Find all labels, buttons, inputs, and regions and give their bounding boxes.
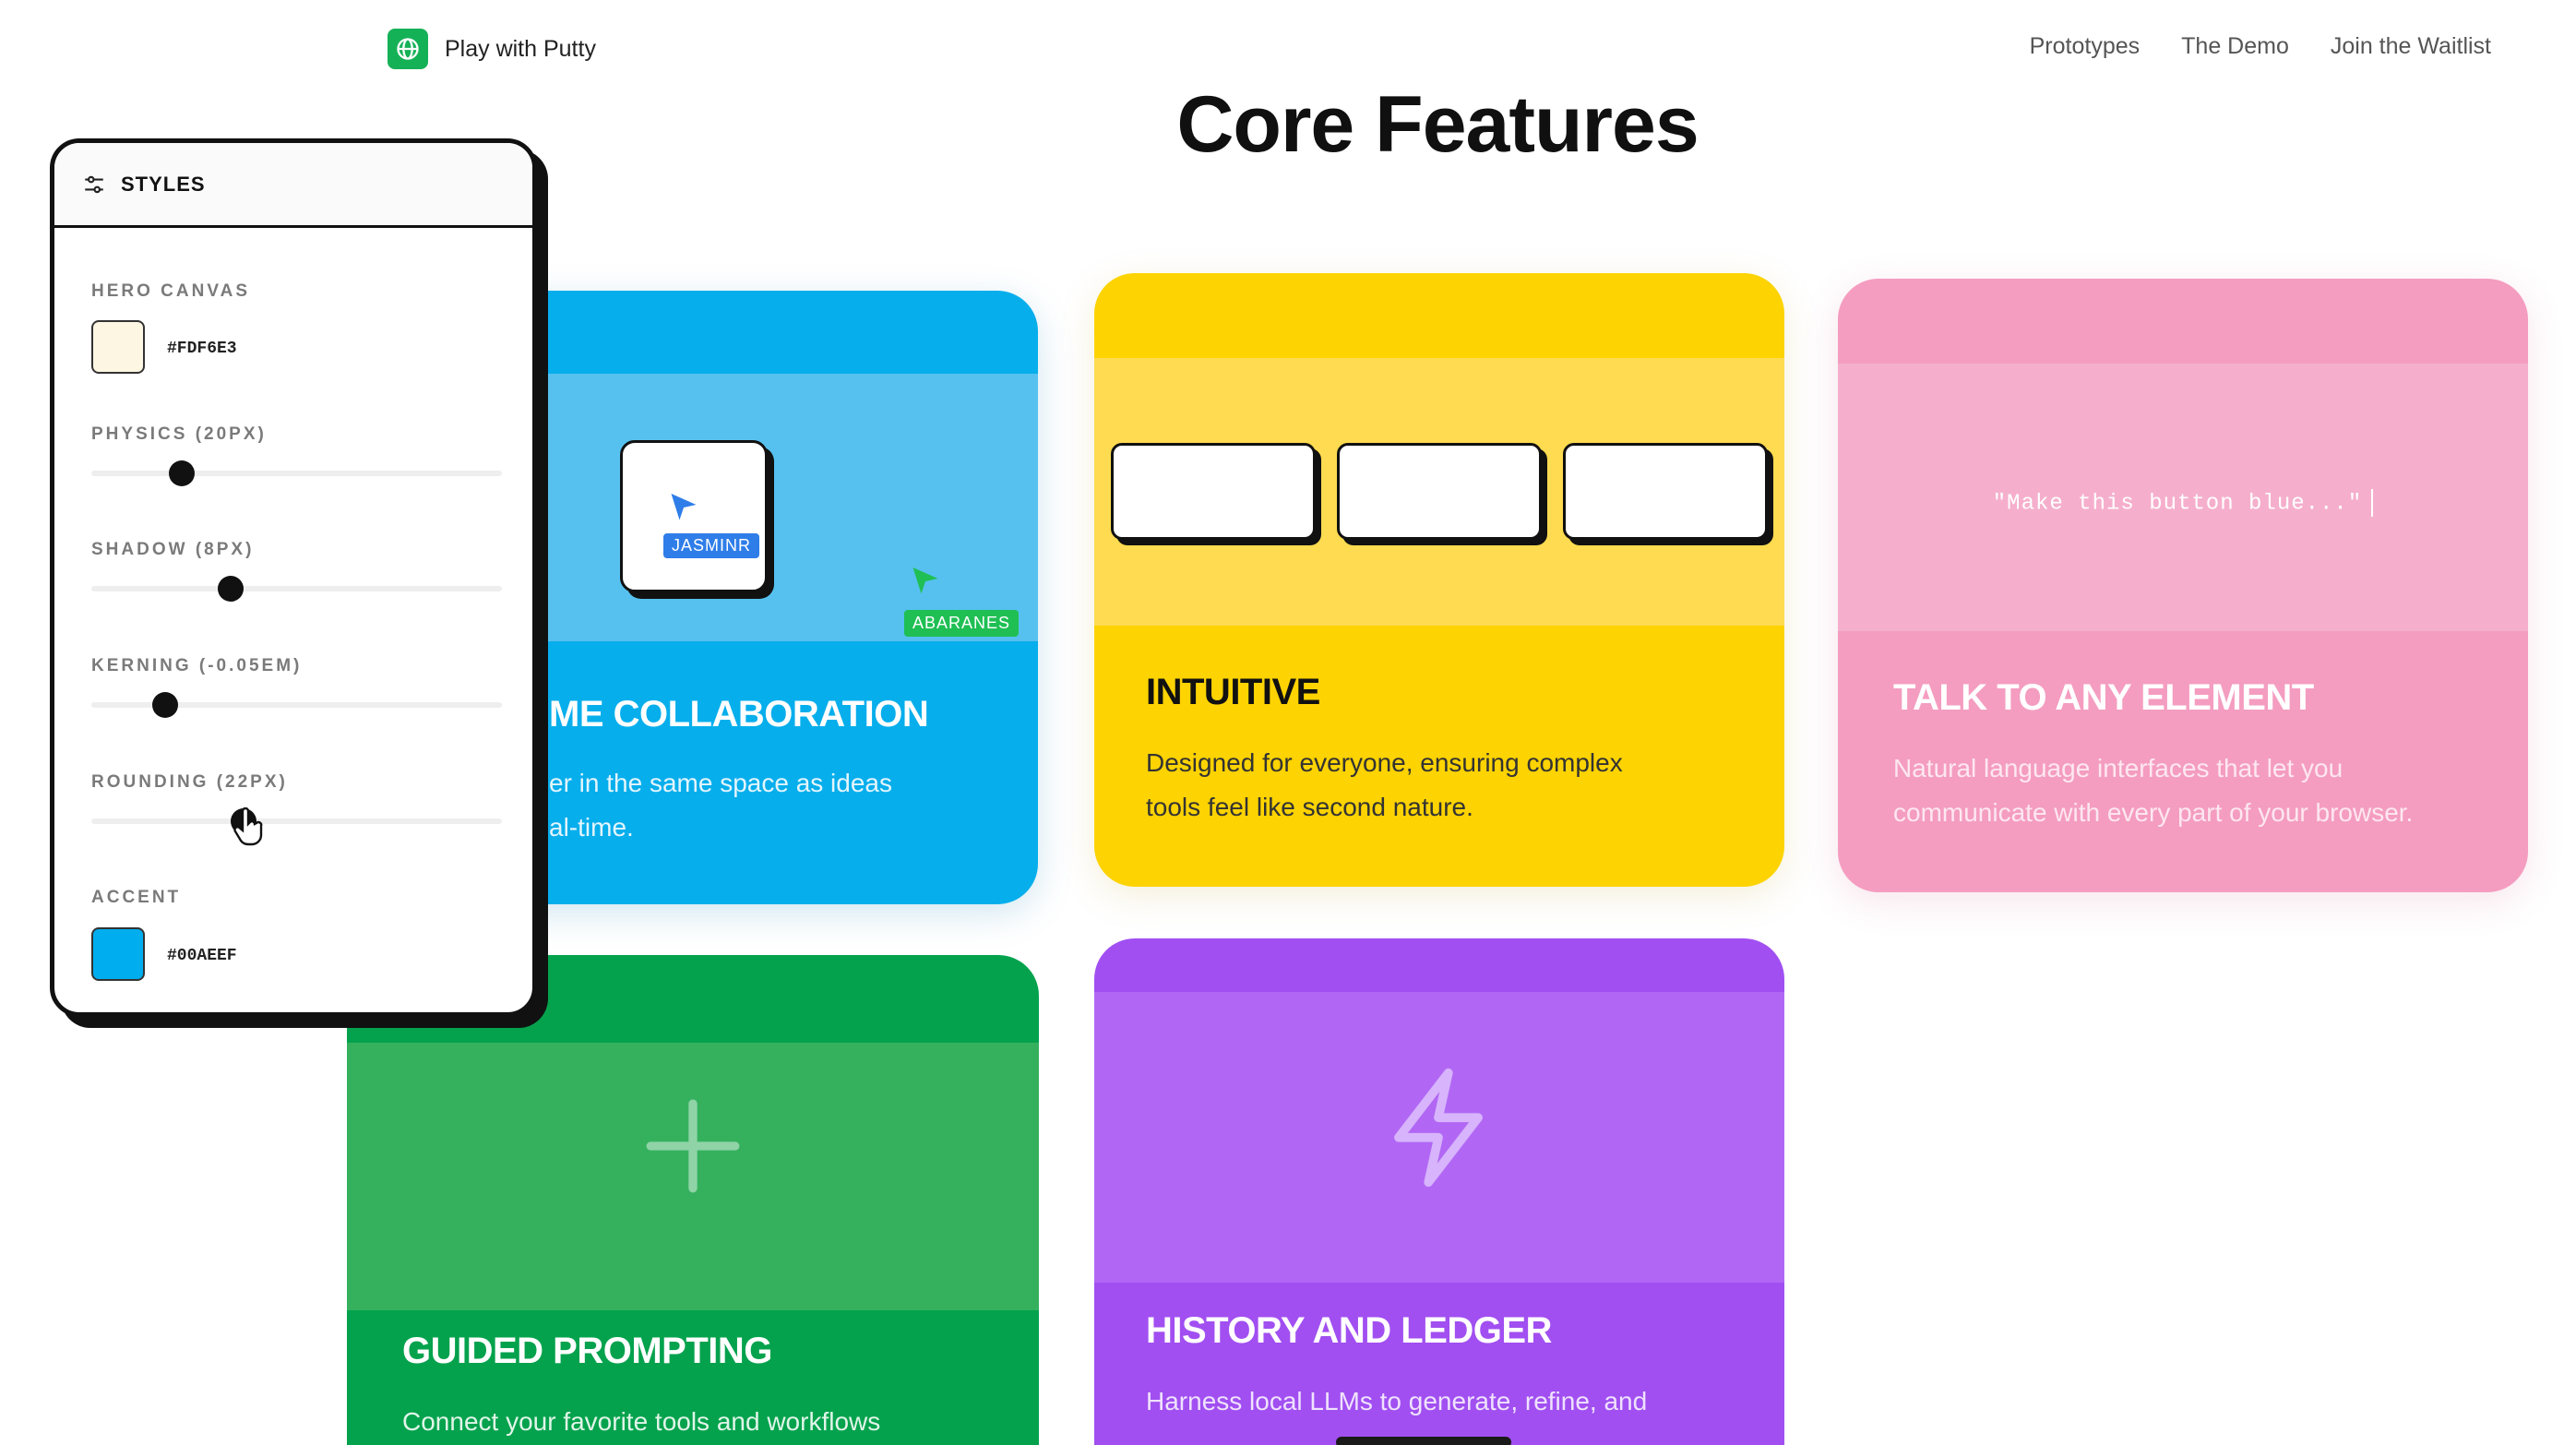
card-title: HISTORY AND LEDGER — [1146, 1310, 1552, 1351]
brand[interactable]: Play with Putty — [388, 29, 596, 69]
lightning-bolt-icon — [1394, 1068, 1483, 1188]
plus-icon — [646, 1099, 740, 1193]
card-description-line: tools feel like second nature. — [1146, 793, 1473, 821]
text-caret — [2371, 489, 2374, 517]
card-description-line: Natural language interfaces that let you — [1893, 754, 2343, 782]
user-tile: JASMINR — [620, 440, 768, 592]
kerning-label: KERNING (-0.05EM) — [91, 656, 303, 675]
card-description: Connect your favorite tools and workflow… — [402, 1400, 1011, 1444]
card-title: INTUITIVE — [1146, 672, 1320, 712]
brand-name: Play with Putty — [445, 35, 596, 62]
feature-card-history: HISTORY AND LEDGER Harness local LLMs to… — [1094, 938, 1784, 1445]
card-title: TALK TO ANY ELEMENT — [1893, 677, 2314, 718]
feature-card-guided: GUIDED PROMPTING Connect your favorite t… — [347, 955, 1039, 1445]
card-description: Natural language interfaces that let you… — [1893, 746, 2502, 835]
user-tag-abaranes: ABARANES — [904, 610, 1020, 637]
nav-link-demo[interactable]: The Demo — [2181, 33, 2289, 60]
hero-canvas-value[interactable]: #FDF6E3 — [167, 340, 237, 358]
card-title: ME COLLABORATION — [549, 694, 929, 734]
nav-link-waitlist[interactable]: Join the Waitlist — [2331, 33, 2491, 60]
top-nav: Prototypes The Demo Join the Waitlist — [2030, 33, 2491, 60]
rounding-label: ROUNDING (22PX) — [91, 772, 288, 792]
rounding-slider[interactable] — [91, 808, 502, 834]
physics-slider[interactable] — [91, 460, 502, 486]
cursor-arrow-icon — [912, 567, 938, 594]
card-description: er in the same space as ideas al-time. — [549, 761, 1029, 850]
hero-canvas-swatch[interactable] — [91, 320, 145, 374]
globe-icon — [388, 29, 428, 69]
prompt-example: "Make this button blue..." — [1838, 489, 2528, 517]
shadow-label: SHADOW (8PX) — [91, 540, 255, 559]
kerning-slider[interactable] — [91, 692, 502, 718]
accent-label: ACCENT — [91, 888, 182, 907]
overlay-pill — [1336, 1437, 1511, 1445]
styles-panel: STYLES HERO CANVAS #FDF6E3 PHYSICS (20PX… — [50, 138, 537, 1017]
mock-button — [1337, 443, 1542, 540]
feature-card-talk: "Make this button blue..." TALK TO ANY E… — [1838, 279, 2528, 892]
card-description-line: er in the same space as ideas — [549, 769, 892, 797]
user-tag-jasminr: JASMINR — [663, 533, 760, 558]
accent-swatch[interactable] — [91, 927, 145, 981]
card-description-line: communicate with every part of your brow… — [1893, 798, 2414, 827]
mock-button — [1111, 443, 1316, 540]
mock-button — [1563, 443, 1768, 540]
card-description: Designed for everyone, ensuring complex … — [1146, 741, 1727, 830]
kerning-slider-knob[interactable] — [152, 692, 179, 718]
card-description-line: al-time. — [549, 813, 634, 842]
physics-label: PHYSICS (20PX) — [91, 424, 267, 444]
card-description: Harness local LLMs to generate, refine, … — [1146, 1379, 1736, 1424]
prompt-text: "Make this button blue..." — [1992, 491, 2363, 517]
card-description-line: Designed for everyone, ensuring complex — [1146, 748, 1623, 777]
shadow-slider[interactable] — [91, 576, 502, 602]
feature-card-intuitive: INTUITIVE Designed for everyone, ensurin… — [1094, 273, 1784, 887]
styles-panel-title: STYLES — [121, 172, 206, 196]
card-description-line: Connect your favorite tools and workflow… — [402, 1407, 881, 1436]
sliders-icon — [85, 175, 103, 193]
nav-link-prototypes[interactable]: Prototypes — [2030, 33, 2141, 60]
cursor-arrow-icon — [671, 494, 697, 520]
card-title: GUIDED PROMPTING — [402, 1331, 772, 1371]
styles-panel-header: STYLES — [54, 143, 532, 228]
hero-canvas-label: HERO CANVAS — [91, 281, 250, 301]
hand-pointer-icon — [233, 807, 263, 846]
accent-value[interactable]: #00AEEF — [167, 947, 237, 965]
shadow-slider-knob[interactable] — [218, 576, 244, 602]
physics-slider-knob[interactable] — [168, 460, 195, 486]
feature-card-collaboration: JASMINR ABARANES ME COLLABORATION er in … — [461, 291, 1038, 904]
card-description-line: Harness local LLMs to generate, refine, … — [1146, 1387, 1648, 1415]
